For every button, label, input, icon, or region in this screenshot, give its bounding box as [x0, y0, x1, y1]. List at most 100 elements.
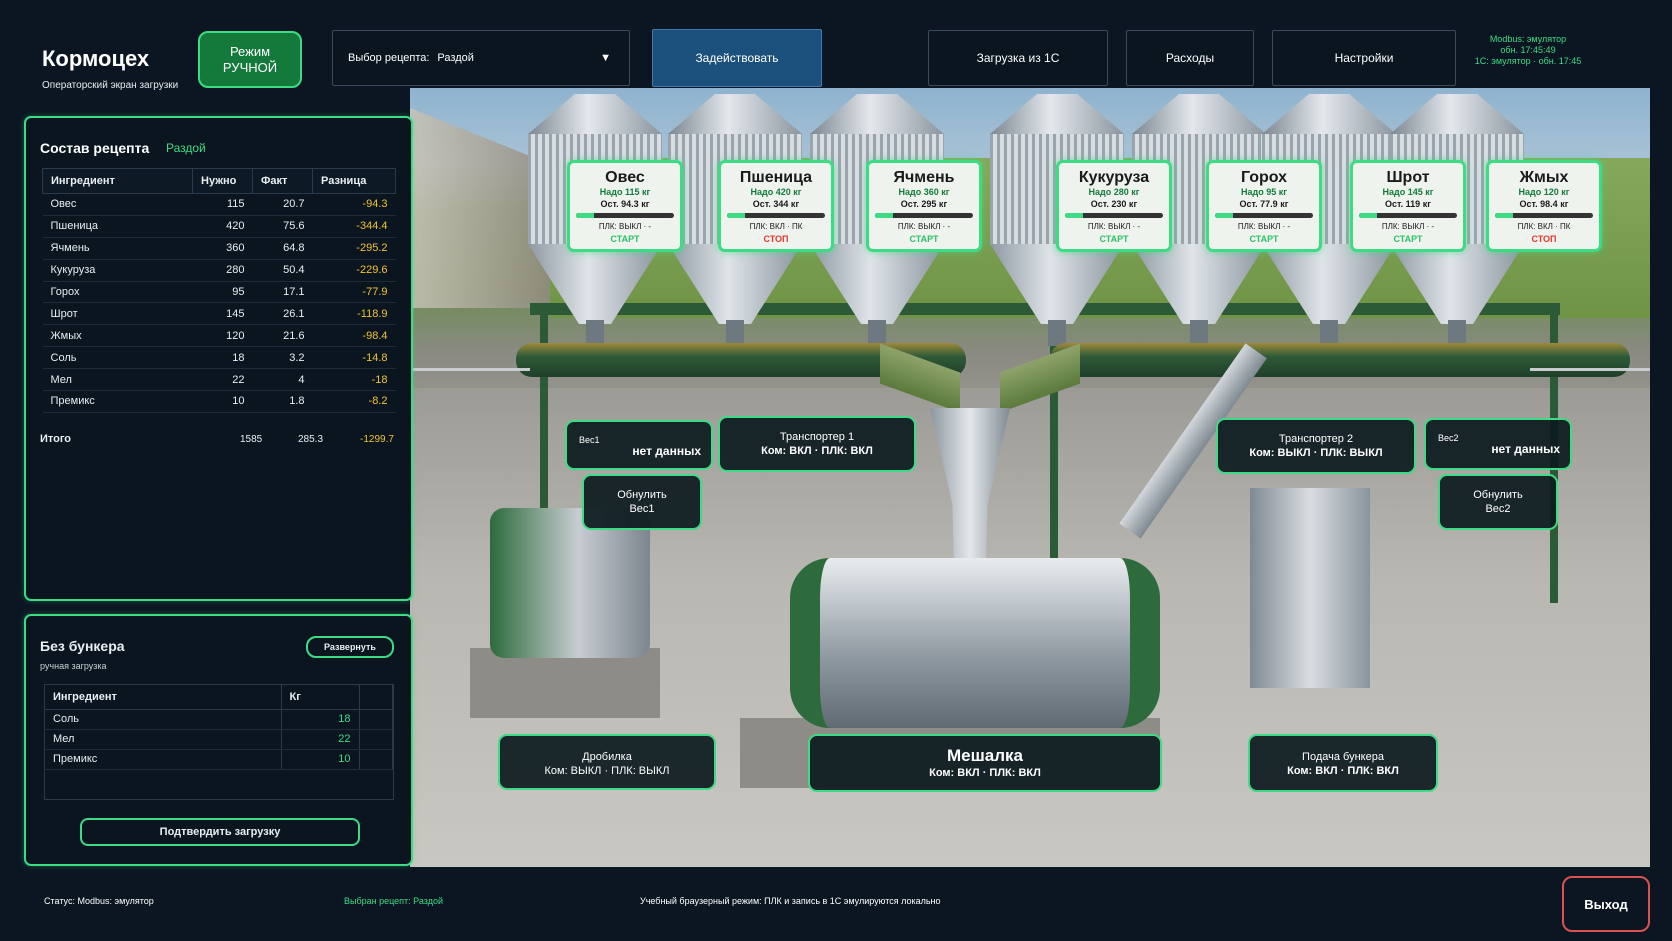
silo-card-barley[interactable]: Ячмень Надо 360 кг Ост. 295 кг ПЛК: ВЫКЛ…: [866, 160, 982, 252]
silo-card-cake[interactable]: Жмых Надо 120 кг Ост. 98.4 кг ПЛК: ВКЛ ·…: [1486, 160, 1602, 252]
reset-scale-2-button[interactable]: Обнулить Вес2: [1438, 474, 1558, 530]
cell-fact: 4: [252, 368, 313, 392]
silo-name: Овес: [605, 169, 645, 186]
silo-name: Горох: [1240, 169, 1288, 186]
modbus-status: Modbus: эмулятор: [1489, 34, 1567, 44]
silo-start-button[interactable]: СТАРТ: [869, 234, 979, 244]
silo-card-wheat[interactable]: Пшеница Надо 420 кг Ост. 344 кг ПЛК: ВКЛ…: [718, 160, 834, 252]
silo-progress-bar: [1359, 213, 1457, 218]
reset-scale-1-button[interactable]: Обнулить Вес1: [582, 474, 702, 530]
mode-toggle-button[interactable]: Режим РУЧНОЙ: [198, 31, 302, 88]
cell-diff: -14.8: [312, 346, 396, 370]
silo-progress-fill: [576, 213, 594, 218]
recipe-select-label: Выбор рецепта:: [348, 52, 430, 64]
exit-button[interactable]: Выход: [1562, 876, 1650, 932]
table-row: Соль 18 3.2 -14.8: [42, 346, 396, 370]
col-fact: Факт: [252, 168, 313, 194]
crusher-state: Ком: ВЫКЛ · ПЛК: ВЫКЛ: [544, 765, 670, 777]
table-row: Ячмень 360 64.8 -295.2: [42, 237, 396, 260]
cell-need: 420: [192, 215, 253, 238]
silo-stop-button[interactable]: СТОП: [1489, 234, 1599, 244]
cell-need: 10: [192, 390, 253, 413]
silo-card-corn[interactable]: Кукуруза Надо 280 кг Ост. 230 кг ПЛК: ВЫ…: [1056, 160, 1172, 252]
no-bunker-table-wrap: Ингредиент Кг Соль 18 Мел 22 Премикс 10: [44, 684, 394, 800]
cell-fact: 21.6: [252, 324, 313, 348]
silo-plc-status: ПЛК: ВЫКЛ · -: [1087, 222, 1141, 231]
scale-1-label: Вес1: [579, 435, 600, 445]
col-need: Нужно: [192, 168, 253, 194]
silo-plc-status: ПЛК: ВЫКЛ · -: [598, 222, 652, 231]
mode-label: Режим: [229, 43, 271, 59]
apply-button[interactable]: Задействовать: [652, 29, 822, 87]
silo-rest: Ост. 344 кг: [752, 199, 800, 209]
table-row: Соль 18: [45, 709, 393, 730]
bunker-feed-state: Ком: ВКЛ · ПЛК: ВКЛ: [1287, 765, 1399, 777]
silo-card-oats[interactable]: Овес Надо 115 кг Ост. 94.3 кг ПЛК: ВЫКЛ …: [567, 160, 683, 252]
silo-rest: Ост. 119 кг: [1385, 199, 1431, 209]
silo-need: Надо 145 кг: [1382, 187, 1434, 197]
recipe-select[interactable]: Выбор рецепта: Раздой ▼: [332, 30, 630, 86]
silo-name: Шрот: [1386, 169, 1430, 186]
cell-ingredient: Горох: [42, 281, 193, 304]
cell-need: 120: [192, 324, 253, 348]
table-row: Горох 95 17.1 -77.9: [42, 281, 396, 304]
mixer-panel[interactable]: Мешалка Ком: ВКЛ · ПЛК: ВКЛ: [808, 734, 1162, 792]
conveyor-2-panel[interactable]: Транспортер 2 Ком: ВЫКЛ · ПЛК: ВЫКЛ: [1216, 418, 1416, 474]
conveyor-1-panel[interactable]: Транспортер 1 Ком: ВКЛ · ПЛК: ВКЛ: [718, 416, 916, 472]
silo-plc-status: ПЛК: ВКЛ · ПК: [1517, 222, 1571, 231]
confirm-load-button[interactable]: Подтвердить загрузку: [80, 818, 360, 846]
silo-need: Надо 115 кг: [599, 187, 651, 197]
table-row: Премикс 10: [45, 749, 393, 770]
scale-2-panel: Вес2 нет данных: [1424, 418, 1572, 470]
cell-fact: 75.6: [252, 215, 313, 238]
bunker-feed-title: Подача бункера: [1302, 751, 1384, 763]
cell-kg: 10: [281, 749, 360, 770]
cell-ingredient: Ячмень: [42, 237, 193, 260]
silo-progress-fill: [1215, 213, 1233, 218]
scale-2-value: нет данных: [1491, 442, 1560, 456]
cell-kg: 18: [281, 709, 360, 730]
silo-progress-bar: [1495, 213, 1593, 218]
cell-fact: 3.2: [252, 346, 313, 370]
silo-name: Пшеница: [739, 169, 813, 186]
silo-need: Надо 280 кг: [1088, 187, 1140, 197]
cell-ingredient: Премикс: [42, 390, 193, 413]
scale-2-label: Вес2: [1438, 433, 1459, 443]
mixer-title: Мешалка: [946, 746, 1023, 765]
recipe-panel-title: Состав рецепта: [40, 140, 150, 156]
footer-status: Статус: Modbus: эмулятор: [44, 896, 154, 906]
silo-progress-fill: [1359, 213, 1377, 218]
silo-need: Надо 95 кг: [1241, 187, 1287, 197]
chevron-down-icon: ▼: [600, 52, 611, 64]
silo-card-meal[interactable]: Шрот Надо 145 кг Ост. 119 кг ПЛК: ВЫКЛ ·…: [1350, 160, 1466, 252]
total-need: 1585: [240, 434, 263, 445]
col-diff: Разница: [312, 168, 396, 194]
silo-need: Надо 420 кг: [750, 187, 802, 197]
load-1c-button[interactable]: Загрузка из 1С: [928, 30, 1108, 86]
crusher-title: Дробилка: [582, 751, 632, 763]
mode-value: РУЧНОЙ: [222, 59, 278, 75]
col-ingredient: Ингредиент: [42, 168, 193, 194]
silo-start-button[interactable]: СТАРТ: [1209, 234, 1319, 244]
cell-fact: 26.1: [252, 302, 313, 326]
cell-diff: -344.4: [312, 215, 396, 238]
cell-ingredient: Жмых: [42, 324, 193, 348]
expand-button[interactable]: Развернуть: [306, 636, 394, 658]
cell-ingredient: Соль: [42, 346, 193, 370]
silo-start-button[interactable]: СТАРТ: [570, 234, 680, 244]
expenses-button[interactable]: Расходы: [1126, 30, 1254, 86]
app-title: Кормоцех: [42, 46, 150, 71]
settings-button[interactable]: Настройки: [1272, 30, 1456, 86]
silo-start-button[interactable]: СТАРТ: [1353, 234, 1463, 244]
silo-plc-status: ПЛК: ВЫКЛ · -: [1237, 222, 1291, 231]
bunker-feed-panel[interactable]: Подача бункера Ком: ВКЛ · ПЛК: ВКЛ: [1248, 734, 1438, 792]
silo-start-button[interactable]: СТАРТ: [1059, 234, 1169, 244]
crusher-panel[interactable]: Дробилка Ком: ВЫКЛ · ПЛК: ВЫКЛ: [498, 734, 716, 790]
cell-ingredient: Кукуруза: [42, 259, 193, 282]
silo-stop-button[interactable]: СТОП: [721, 234, 831, 244]
cell-fact: 17.1: [252, 281, 313, 304]
silo-progress-bar: [1065, 213, 1163, 218]
silo-progress-fill: [1065, 213, 1083, 218]
silo-card-peas[interactable]: Горох Надо 95 кг Ост. 77.9 кг ПЛК: ВЫКЛ …: [1206, 160, 1322, 252]
conveyor-2-illustration: [1050, 343, 1630, 377]
